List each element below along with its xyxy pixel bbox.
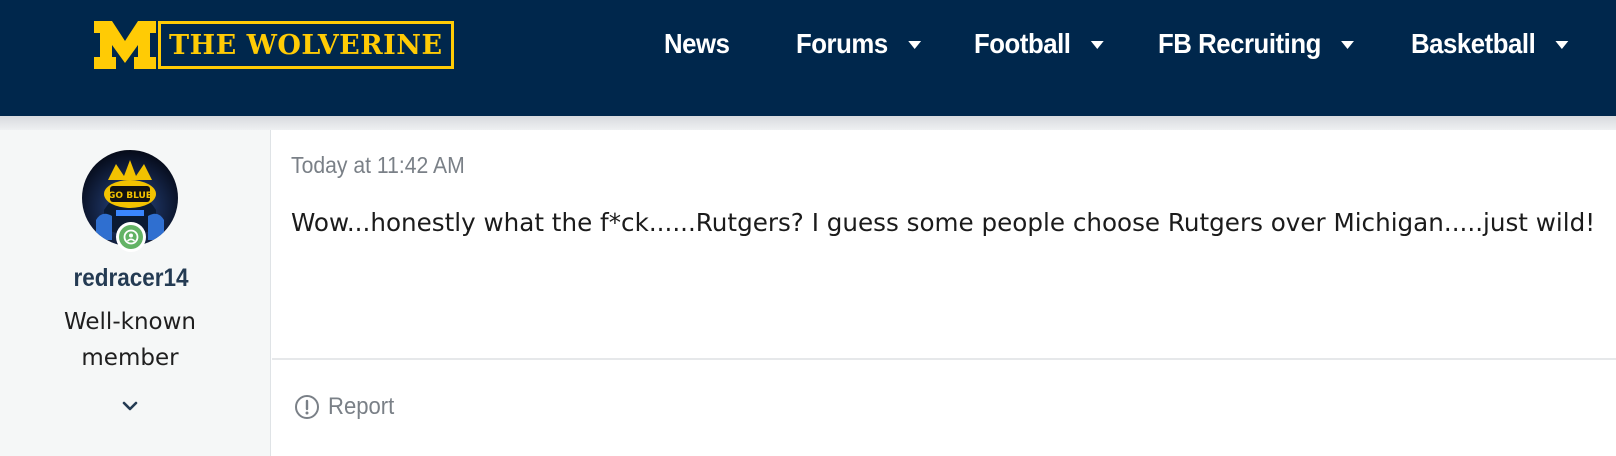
nav-forums-label: Forums (796, 28, 888, 59)
dropdown-caret-icon (1341, 41, 1355, 49)
post-timestamp[interactable]: Today at 11:42 AM (291, 152, 465, 179)
report-button[interactable]: Report (294, 393, 400, 421)
post-footer-divider (272, 358, 1616, 360)
site-header: THE WOLVERINE News Forums Football FB Re… (0, 0, 1616, 116)
svg-text:GO BLUE: GO BLUE (108, 191, 152, 201)
nav-basketball-label: Basketball (1411, 28, 1536, 59)
avatar[interactable]: GO BLUE (82, 150, 178, 252)
nav-football-label: Football (974, 28, 1071, 59)
nav-fb-recruiting-label: FB Recruiting (1158, 28, 1321, 59)
user-title: Well-known member (64, 309, 196, 371)
report-label: Report (328, 393, 395, 420)
main-nav: News Forums Football FB Recruiting Baske… (0, 0, 1616, 90)
username-link[interactable]: redracer14 (13, 264, 249, 293)
forum-post: GO BLUE redracer14 Well-known member Tod… (0, 130, 1616, 456)
dropdown-caret-icon (907, 41, 921, 49)
online-status-icon (116, 222, 146, 252)
nav-news-label: News (664, 28, 730, 59)
dropdown-caret-icon (1090, 41, 1104, 49)
header-divider (0, 116, 1616, 130)
post-body: Wow...honestly what the f*ck......Rutger… (291, 208, 1596, 237)
dropdown-caret-icon (1555, 41, 1569, 49)
nav-basketball[interactable]: Basketball (1411, 26, 1569, 62)
chevron-down-icon[interactable] (118, 394, 142, 418)
nav-forums[interactable]: Forums (796, 26, 921, 62)
nav-news[interactable]: News (664, 26, 730, 62)
post-message-cell: Today at 11:42 AM Wow...honestly what th… (272, 130, 1616, 456)
nav-fb-recruiting[interactable]: FB Recruiting (1158, 26, 1355, 62)
post-user-cell: GO BLUE redracer14 Well-known member (0, 130, 271, 456)
nav-football[interactable]: Football (974, 26, 1104, 62)
report-alert-icon (295, 395, 319, 419)
